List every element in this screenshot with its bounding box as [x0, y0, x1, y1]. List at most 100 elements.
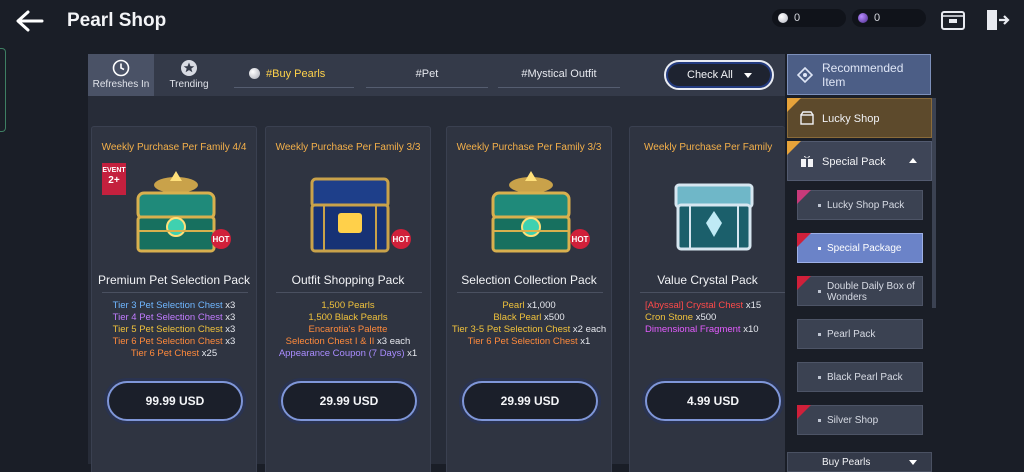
tab-divider	[234, 87, 354, 88]
bullet-icon	[818, 376, 821, 379]
sidebar-item-lucky-shop[interactable]: Lucky Shop	[787, 98, 932, 138]
tab-mystical-outfit[interactable]: #Mystical Outfit	[498, 68, 620, 80]
hot-badge-icon: HOT	[211, 229, 231, 249]
purchase-limit: Weekly Purchase Per Family 3/3	[275, 142, 421, 153]
item-line: Tier 6 Pet Chest x25	[92, 348, 256, 360]
item-name: Appearance Coupon (7 Days)	[278, 348, 405, 359]
product-name: Selection Collection Pack	[461, 273, 597, 287]
item-name: Pearl	[502, 300, 525, 311]
refresh-timer-button[interactable]: Refreshes In	[88, 54, 154, 96]
svg-text:HOT: HOT	[213, 235, 230, 244]
hot-badge-icon: HOT	[391, 229, 411, 249]
new-ribbon-icon	[787, 98, 801, 112]
black-pearl-icon	[858, 13, 868, 23]
item-line: Appearance Coupon (7 Days) x1	[266, 348, 430, 360]
item-line: Tier 5 Pet Selection Chest x3	[92, 324, 256, 336]
sidebar-sub-special-package[interactable]: Special Package	[797, 233, 923, 263]
sidebar-sub-lucky-shop-pack[interactable]: Lucky Shop Pack	[797, 190, 923, 220]
sub-item-label: Special Package	[827, 243, 902, 254]
item-name: Tier 4 Pet Selection Chest	[112, 312, 223, 323]
item-line: Tier 4 Pet Selection Chest x3	[92, 312, 256, 324]
back-arrow-icon[interactable]	[14, 8, 44, 34]
bullet-icon	[818, 204, 821, 207]
purchase-limit: Weekly Purchase Per Family 3/3	[456, 142, 602, 153]
sidebar-item-buy-pearls[interactable]: Buy Pearls	[787, 452, 932, 472]
diamond-tag-icon	[797, 67, 813, 83]
item-line: Tier 6 Pet Selection Chest x1	[447, 336, 611, 348]
product-card[interactable]: Weekly Purchase Per Family 4/4 EVENT 2+ …	[91, 126, 257, 472]
buy-pearls-label: Buy Pearls	[822, 457, 871, 468]
product-card[interactable]: Weekly Purchase Per Family 3/3 HOT Selec…	[446, 126, 612, 472]
sub-item-label: Silver Shop	[827, 415, 879, 426]
hot-ribbon-icon	[797, 276, 811, 290]
item-list: Tier 3 Pet Selection Chest x3 Tier 4 Pet …	[92, 300, 256, 360]
item-quantity: x25	[199, 348, 218, 359]
purchase-limit: Weekly Purchase Per Family 4/4	[101, 142, 247, 153]
limited-ribbon-icon	[797, 190, 811, 204]
sidebar-scrollbar[interactable]	[932, 98, 936, 308]
sidebar-item-special-pack[interactable]: Special Pack	[787, 141, 932, 181]
svg-text:HOT: HOT	[572, 235, 589, 244]
tab-buy-pearls[interactable]: #Buy Pearls	[266, 68, 356, 80]
item-name: [Abyssal] Crystal Chest	[645, 300, 744, 311]
sub-item-label: Lucky Shop Pack	[827, 200, 905, 211]
gift-icon	[801, 155, 813, 167]
item-name: Tier 6 Pet Selection Chest	[112, 336, 223, 347]
outfit-chest-image	[310, 177, 390, 253]
check-all-label: Check All	[687, 69, 733, 81]
pearl-icon	[778, 13, 788, 23]
product-card[interactable]: Weekly Purchase Per Family Value Crystal…	[629, 126, 785, 472]
item-name: Selection Chest I & II	[285, 336, 375, 347]
check-all-dropdown[interactable]: Check All	[664, 60, 774, 90]
hot-ribbon-icon	[797, 233, 811, 247]
sidebar-sub-pearl-pack[interactable]: Pearl Pack	[797, 319, 923, 349]
item-name: 1,500 Black Pearls	[308, 312, 388, 323]
pet-chest-image	[491, 171, 571, 253]
item-quantity: x500	[541, 312, 565, 323]
tab-divider	[498, 87, 620, 88]
recommended-item-tab[interactable]: Recommended Item	[787, 54, 931, 95]
bullet-icon	[818, 333, 821, 336]
buy-button[interactable]: 4.99 USD	[645, 381, 781, 421]
product-name: Value Crystal Pack	[657, 273, 758, 287]
black-pearl-count: 0	[874, 12, 881, 24]
tab-divider	[366, 87, 488, 88]
star-icon	[181, 60, 197, 76]
storage-box-icon[interactable]	[940, 8, 966, 32]
chevron-down-icon	[909, 460, 917, 465]
item-quantity: x3	[222, 324, 236, 335]
buy-button[interactable]: 29.99 USD	[281, 381, 417, 421]
buy-button[interactable]: 29.99 USD	[462, 381, 598, 421]
product-card[interactable]: Weekly Purchase Per Family 3/3 HOT Outfi…	[265, 126, 431, 472]
sub-item-label: Double Daily Box of Wonders	[827, 281, 915, 303]
item-list: 1,500 Pearls 1,500 Black Pearls Encarotia'…	[266, 300, 430, 360]
item-name: Tier 3 Pet Selection Chest	[112, 300, 223, 311]
item-line: Tier 3-5 Pet Selection Chest x2 each	[447, 324, 611, 336]
divider	[457, 292, 603, 293]
item-quantity: x1	[404, 348, 418, 359]
sidebar-sub-black-pearl-pack[interactable]: Black Pearl Pack	[797, 362, 923, 392]
item-line: Cron Stone x500	[645, 312, 785, 324]
exit-icon[interactable]	[984, 8, 1010, 32]
item-line: [Abyssal] Crystal Chest x15	[645, 300, 785, 312]
bullet-icon	[818, 247, 821, 250]
item-line: Black Pearl x500	[447, 312, 611, 324]
buy-button[interactable]: 99.99 USD	[107, 381, 243, 421]
item-name: Tier 6 Pet Chest	[130, 348, 200, 359]
clock-icon	[112, 59, 130, 77]
tab-pet[interactable]: #Pet	[366, 68, 488, 80]
recommended-label: Recommended Item	[822, 61, 904, 89]
product-name: Outfit Shopping Pack	[291, 273, 405, 287]
trending-label: Trending	[169, 79, 209, 90]
lucky-shop-label: Lucky Shop	[822, 113, 880, 125]
item-name: Tier 6 Pet Selection Chest	[467, 336, 578, 347]
trending-button[interactable]: Trending	[156, 54, 222, 96]
sidebar-sub-double-daily-box[interactable]: Double Daily Box of Wonders	[797, 276, 923, 306]
sidebar-sub-silver-shop[interactable]: Silver Shop	[797, 405, 923, 435]
side-drawer-handle[interactable]	[0, 48, 6, 132]
item-quantity: x3	[222, 312, 236, 323]
bullet-icon	[818, 290, 821, 293]
item-name: Tier 5 Pet Selection Chest	[112, 324, 223, 335]
chevron-up-icon	[909, 158, 917, 163]
crystal-chest-image	[674, 183, 754, 251]
